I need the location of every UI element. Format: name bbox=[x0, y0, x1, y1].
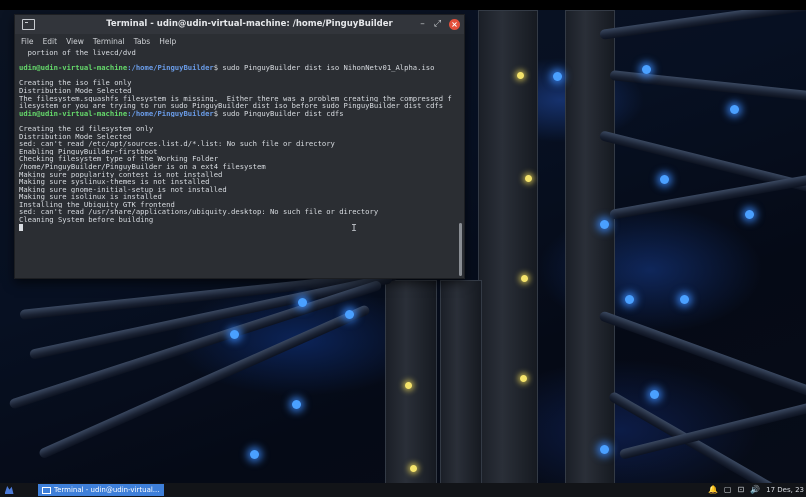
blue-led bbox=[553, 72, 562, 81]
menu-view[interactable]: View bbox=[66, 37, 84, 46]
system-tray: 🔔 ▢ ⊡ 🔊 17 Des, 23 bbox=[708, 483, 806, 497]
screen-top-border bbox=[0, 0, 806, 10]
maximize-button[interactable]: ⤢ bbox=[432, 19, 443, 30]
terminal-line: Cleaning System before building bbox=[19, 216, 154, 224]
terminal-line: Making sure gnome-initial-setup is not i… bbox=[19, 185, 227, 194]
blue-led bbox=[292, 400, 301, 409]
prompt-command: $ sudo PinguyBuilder dist cdfs bbox=[213, 109, 344, 118]
network-icon[interactable]: ⊡ bbox=[737, 483, 744, 497]
terminal-cursor bbox=[19, 224, 23, 232]
terminal-line: Enabling PinguyBuilder-firstboot bbox=[19, 147, 158, 156]
blue-led bbox=[660, 175, 669, 184]
terminal-line: Installing the Ubiquity GTK frontend bbox=[19, 200, 175, 209]
blue-led bbox=[745, 210, 754, 219]
prompt-user: udin@udin-virtual-machine bbox=[19, 109, 128, 118]
blue-led bbox=[642, 65, 651, 74]
terminal-prompt-line: udin@udin-virtual-machine:/home/PinguyBu… bbox=[19, 110, 460, 118]
close-button[interactable]: × bbox=[449, 19, 460, 30]
blue-led bbox=[345, 310, 354, 319]
prompt-user: udin@udin-virtual-machine bbox=[19, 64, 128, 72]
menu-file[interactable]: File bbox=[21, 37, 34, 46]
blue-led bbox=[730, 105, 739, 114]
taskbar-item-label: Terminal - udin@udin-virtual... bbox=[54, 486, 160, 494]
text-cursor-pointer: I bbox=[351, 223, 358, 234]
scrollbar-thumb[interactable] bbox=[459, 223, 462, 276]
start-menu-button[interactable] bbox=[2, 483, 16, 497]
terminal-line: Making sure isolinux is installed bbox=[19, 193, 162, 201]
blue-led bbox=[250, 450, 259, 459]
menu-terminal[interactable]: Terminal bbox=[93, 37, 125, 46]
terminal-line: Checking filesystem type of the Working … bbox=[19, 155, 219, 163]
server-rack bbox=[440, 280, 482, 483]
blue-led bbox=[625, 295, 634, 304]
prompt-path: :/home/PinguyBuilder bbox=[127, 109, 214, 118]
terminal-cursor-line bbox=[19, 224, 460, 232]
window-titlebar[interactable]: Terminal - udin@udin-virtual-machine: /h… bbox=[15, 15, 464, 34]
yellow-led bbox=[520, 375, 527, 382]
terminal-line: Distribution Mode Selected bbox=[19, 86, 132, 95]
minimize-button[interactable]: – bbox=[417, 19, 428, 30]
terminal-line: Creating the iso file only bbox=[19, 79, 132, 87]
network-cable bbox=[598, 310, 806, 399]
blue-led bbox=[298, 298, 307, 307]
window-title: Terminal - udin@udin-virtual-machine: /h… bbox=[106, 19, 393, 29]
server-rack bbox=[565, 10, 615, 483]
terminal-task-icon bbox=[42, 487, 51, 494]
server-rack bbox=[385, 280, 437, 483]
yellow-led bbox=[517, 72, 524, 79]
terminal-prompt-line: udin@udin-virtual-machine:/home/PinguyBu… bbox=[19, 64, 460, 72]
menu-help[interactable]: Help bbox=[159, 37, 176, 46]
prompt-path: :/home/PinguyBuilder bbox=[127, 64, 214, 72]
terminal-line: The filesystem.squashfs filesystem is mi… bbox=[19, 94, 452, 103]
bell-icon[interactable]: 🔔 bbox=[708, 483, 718, 497]
network-cable bbox=[609, 70, 806, 103]
blue-led bbox=[680, 295, 689, 304]
window-icon[interactable]: ▢ bbox=[724, 483, 732, 497]
menu-bar: File Edit View Terminal Tabs Help bbox=[15, 34, 464, 48]
taskbar-item-terminal[interactable]: Terminal - udin@udin-virtual... bbox=[38, 484, 164, 496]
yellow-led bbox=[410, 465, 417, 472]
terminal-window[interactable]: Terminal - udin@udin-virtual-machine: /h… bbox=[14, 14, 465, 279]
blue-led bbox=[650, 390, 659, 399]
terminal-scrollbar[interactable] bbox=[456, 48, 464, 278]
blue-led bbox=[600, 445, 609, 454]
yellow-led bbox=[525, 175, 532, 182]
volume-icon[interactable]: 🔊 bbox=[750, 483, 760, 497]
server-rack bbox=[478, 10, 538, 483]
terminal-line: ilesystem or you are trying to run sudo … bbox=[19, 102, 444, 110]
terminal-line: sed: can't read /usr/share/applications/… bbox=[19, 208, 379, 217]
yellow-led bbox=[521, 275, 528, 282]
menu-edit[interactable]: Edit bbox=[43, 37, 58, 46]
terminal-line: Making sure popularity contest is not in… bbox=[19, 170, 223, 179]
terminal-line: Distribution Mode Selected bbox=[19, 132, 132, 141]
terminal-line: sed: can't read /etc/apt/sources.list.d/… bbox=[19, 140, 335, 148]
clock[interactable]: 17 Des, 23 bbox=[766, 486, 804, 494]
taskbar: Terminal - udin@udin-virtual... 🔔 ▢ ⊡ 🔊 … bbox=[0, 483, 806, 497]
terminal-line: Creating the cd filesystem only bbox=[19, 124, 154, 133]
terminal-line: Making sure syslinux-themes is not insta… bbox=[19, 178, 210, 186]
blue-led bbox=[230, 330, 239, 339]
menu-tabs[interactable]: Tabs bbox=[134, 37, 151, 46]
terminal-line: /home/PinguyBuilder/PinguyBuilder is on … bbox=[19, 162, 266, 171]
blue-led bbox=[600, 220, 609, 229]
network-cable bbox=[599, 10, 806, 40]
terminal-app-icon[interactable] bbox=[22, 19, 35, 30]
prompt-command: $ sudo PinguyBuilder dist iso NihonNetv0… bbox=[213, 64, 435, 72]
terminal-line: portion of the livecd/dvd bbox=[19, 49, 136, 57]
yellow-led bbox=[405, 382, 412, 389]
terminal-output[interactable]: portion of the livecd/dvd udin@udin-virtu… bbox=[15, 48, 460, 278]
distro-logo-icon bbox=[4, 486, 14, 494]
